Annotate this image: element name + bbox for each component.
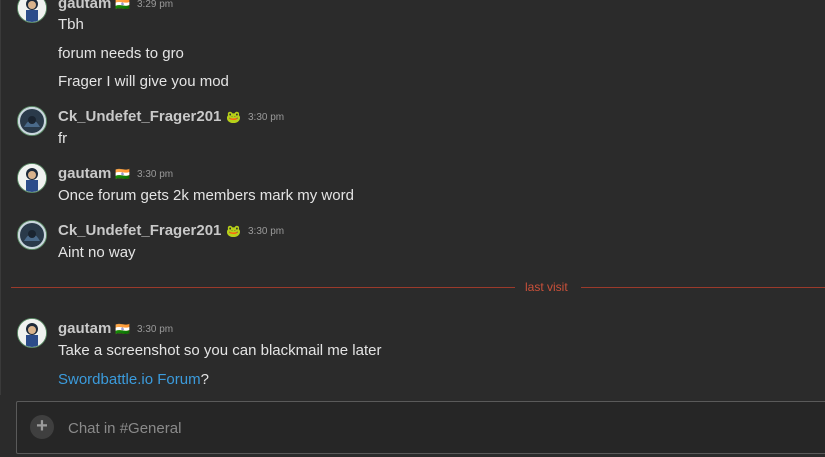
divider-line: [581, 287, 825, 288]
last-visit-divider: last visit: [11, 280, 825, 294]
message-text: Tbh: [58, 16, 84, 33]
link-suffix: ?: [200, 371, 209, 388]
message-text: fr: [58, 130, 68, 147]
avatar-gautam[interactable]: [17, 0, 47, 23]
flag-icon: 🇮🇳: [115, 322, 130, 336]
avatar-gautam[interactable]: [17, 318, 47, 348]
message-author[interactable]: gautam: [58, 165, 111, 183]
forum-link[interactable]: Swordbattle.io Forum: [58, 371, 201, 388]
message-timestamp[interactable]: 3:30 pm: [248, 112, 284, 124]
message-author[interactable]: gautam: [58, 0, 111, 13]
avatar-ck-undefet-frager201[interactable]: [17, 220, 47, 250]
frog-icon: 🐸: [226, 110, 241, 124]
message-author[interactable]: Ck_Undefet_Frager201: [58, 222, 221, 240]
plus-icon[interactable]: +: [30, 415, 54, 439]
avatar-gautam[interactable]: [17, 163, 47, 193]
avatar-ck-undefet-frager201[interactable]: [17, 106, 47, 136]
chat-messages-pane[interactable]: gautam 🇮🇳 3:29 pm Tbh forum needs to gro…: [0, 0, 825, 395]
divider-label: last visit: [525, 280, 568, 294]
message-text: Frager I will give you mod: [58, 73, 229, 90]
message-timestamp[interactable]: 3:30 pm: [137, 324, 173, 336]
pane-border: [0, 0, 1, 395]
chat-input[interactable]: [66, 415, 770, 441]
message-author[interactable]: gautam: [58, 320, 111, 338]
message-text: Aint no way: [58, 244, 136, 261]
message-text: Once forum gets 2k members mark my word: [58, 187, 354, 204]
message-text: Take a screenshot so you can blackmail m…: [58, 342, 382, 359]
flag-icon: 🇮🇳: [115, 0, 130, 11]
chat-composer[interactable]: +: [16, 401, 825, 454]
flag-icon: 🇮🇳: [115, 167, 130, 181]
message-timestamp[interactable]: 3:30 pm: [137, 169, 173, 181]
divider-line: [11, 287, 515, 288]
frog-icon: 🐸: [226, 224, 241, 238]
message-timestamp[interactable]: 3:29 pm: [137, 0, 173, 11]
message-text-with-link: Swordbattle.io Forum?: [58, 371, 209, 389]
message-author[interactable]: Ck_Undefet_Frager201: [58, 108, 221, 126]
message-text: forum needs to gro: [58, 45, 184, 62]
message-timestamp[interactable]: 3:30 pm: [248, 226, 284, 238]
